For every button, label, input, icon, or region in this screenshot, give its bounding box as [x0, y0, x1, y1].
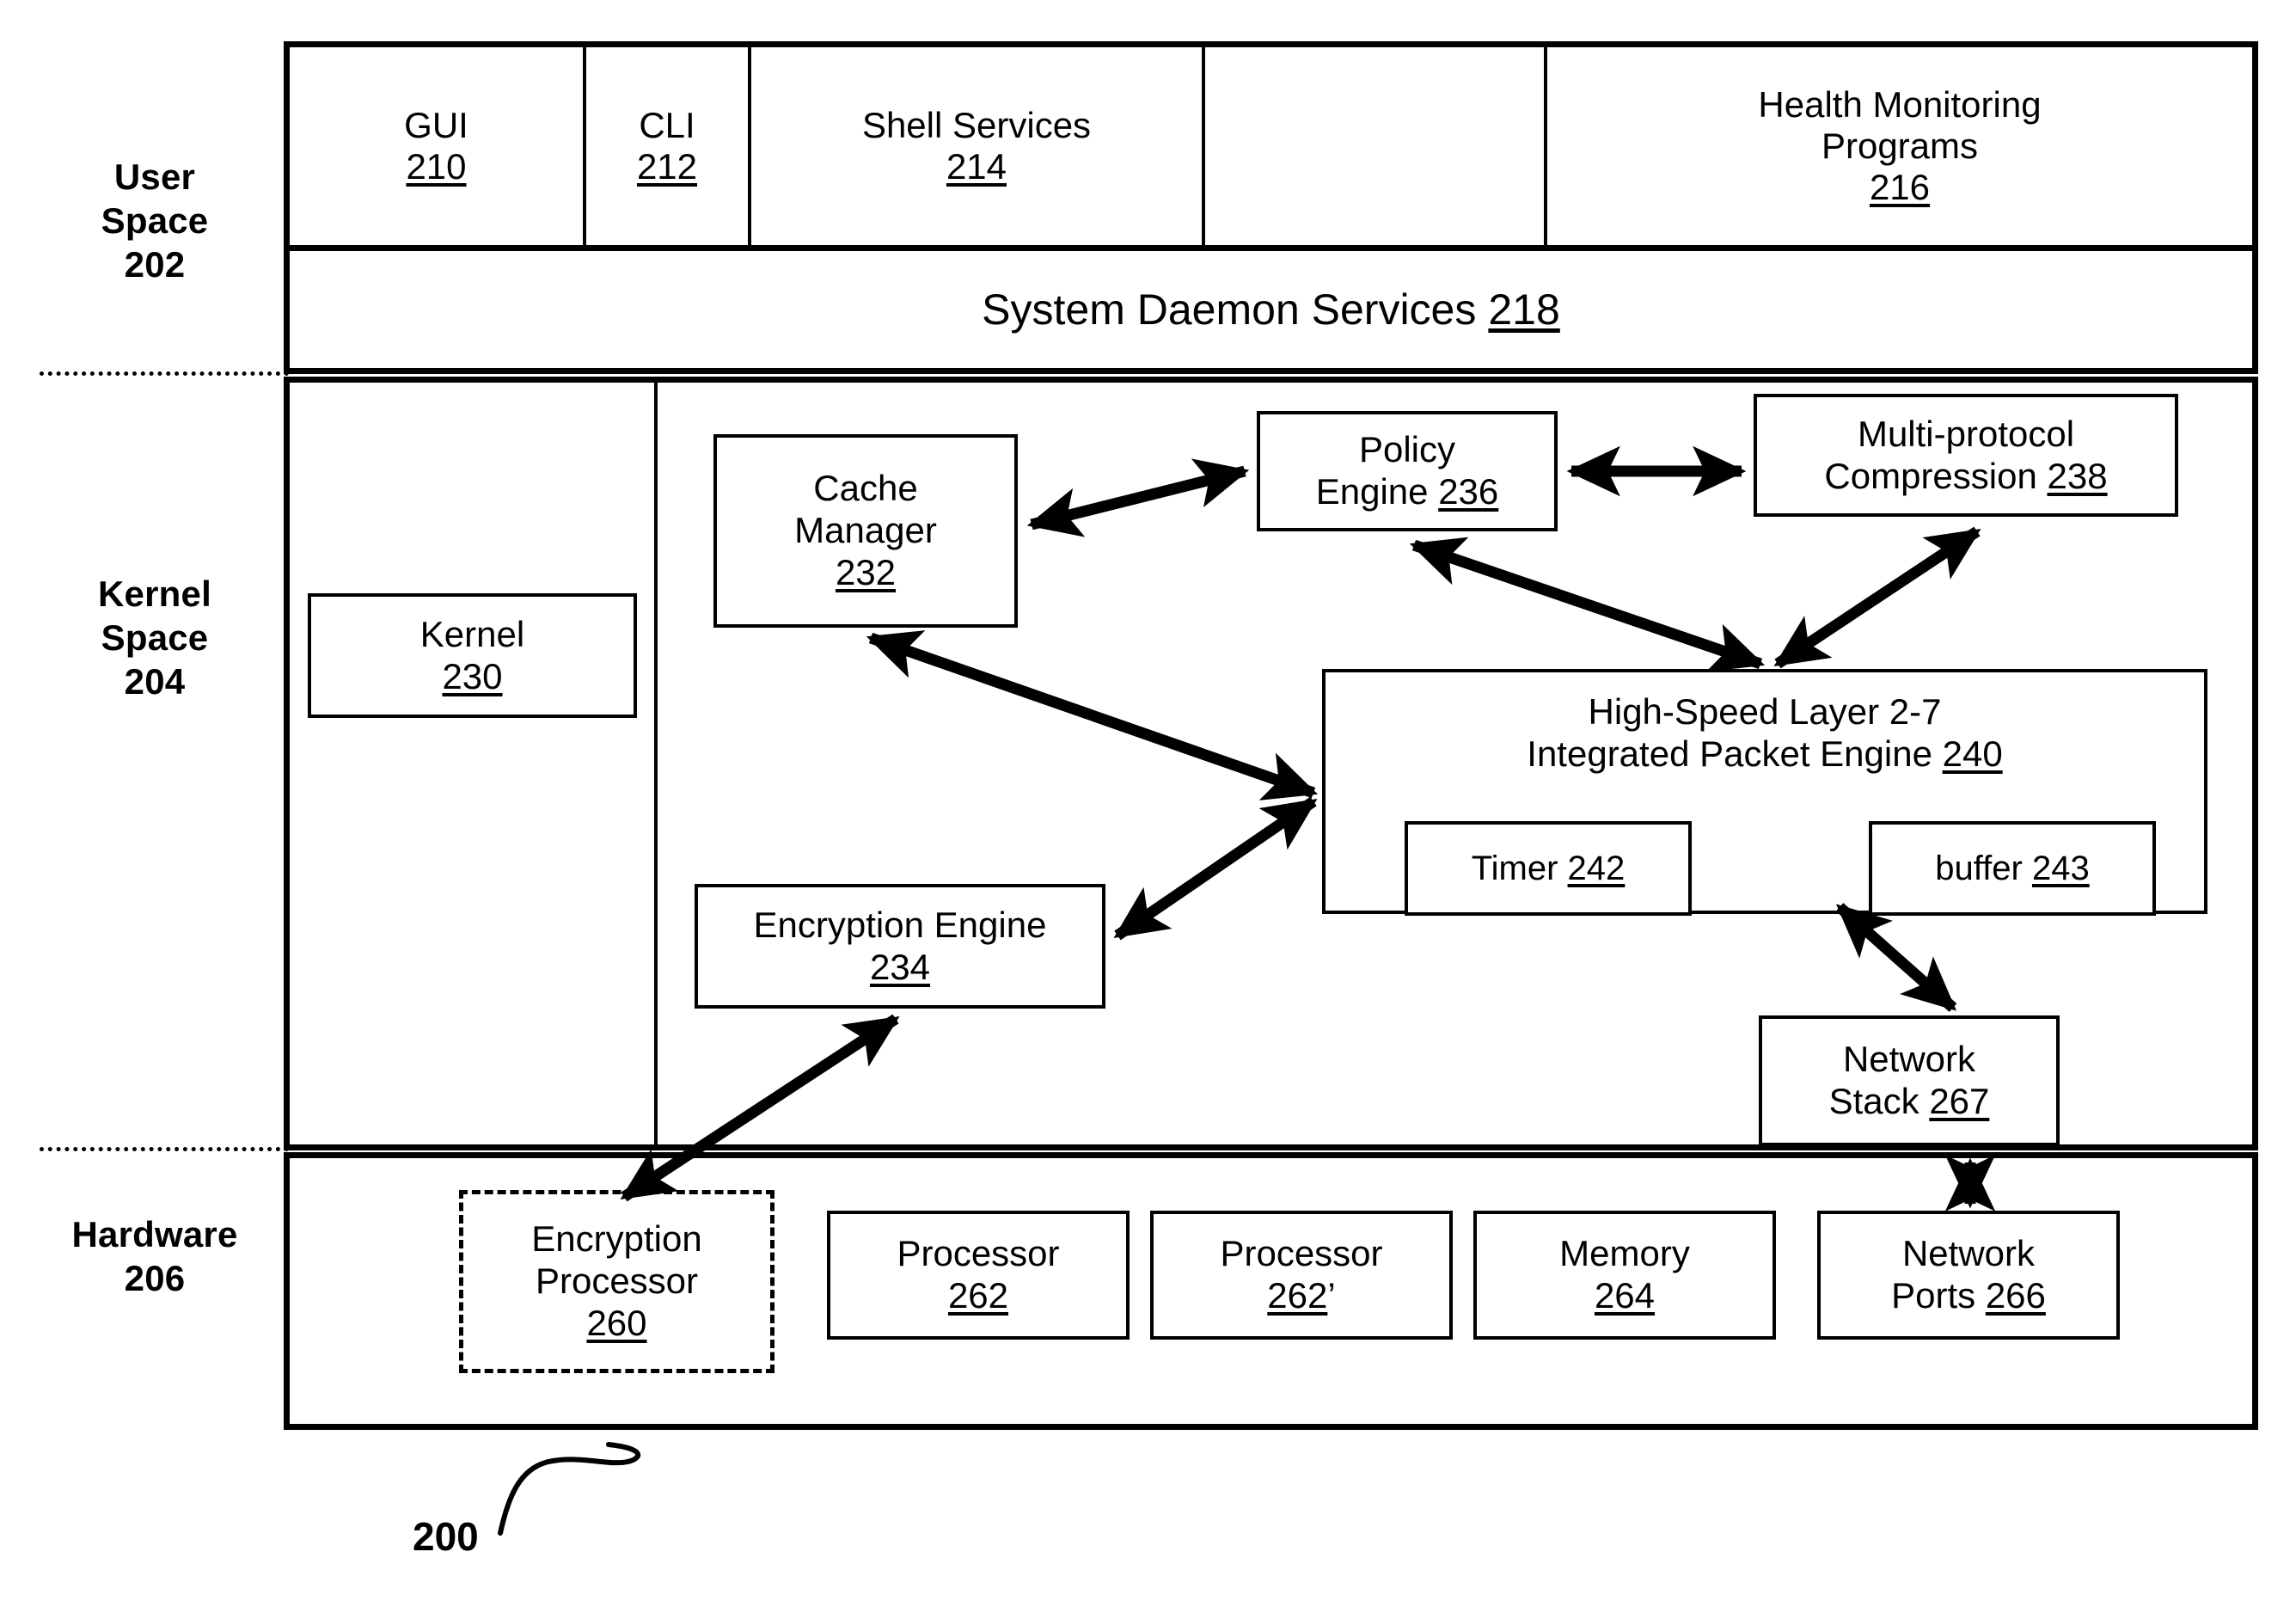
box-label-line1: Cache — [813, 468, 918, 509]
box-label-line1: Network — [1901, 1233, 2036, 1274]
user-space-cell-gui[interactable]: GUI 210 — [290, 47, 586, 245]
box-label-line2-text: Engine — [1315, 471, 1429, 512]
figure-leader-line — [498, 1442, 641, 1536]
box-label-line1: Encryption — [531, 1218, 702, 1260]
box-ref-num: 242 — [1567, 849, 1626, 887]
user-space-cell-health-monitoring[interactable]: Health Monitoring Programs 216 — [1547, 47, 2252, 245]
box-ref-num: 262 — [1267, 1275, 1328, 1316]
box-ref-num: 262 — [947, 1275, 1009, 1316]
system-daemon-services-ref-num: 218 — [1488, 285, 1560, 334]
box-network-stack[interactable]: Network Stack 267 — [1759, 1015, 2060, 1146]
system-daemon-services-label: System Daemon Services — [982, 285, 1477, 334]
layer-label-line1: Kernel — [98, 574, 211, 614]
box-label: buffer 243 — [1935, 849, 2089, 888]
box-network-ports[interactable]: Network Ports 266 — [1817, 1211, 2120, 1340]
user-space-cell-empty[interactable] — [1205, 47, 1547, 245]
box-label-line2-text: Compression — [1824, 455, 2037, 496]
system-daemon-services-row[interactable]: System Daemon Services 218 — [290, 251, 2252, 368]
box-label-text: Timer — [1471, 849, 1558, 887]
box-label-text: buffer — [1935, 849, 2023, 887]
user-space-region: GUI 210 CLI 212 Shell Services 214 Healt… — [284, 41, 2258, 374]
box-processor-262[interactable]: Processor 262 — [827, 1211, 1130, 1340]
cell-ref-num: 212 — [636, 146, 698, 187]
box-label-line1: High-Speed Layer 2-7 — [1588, 691, 1942, 732]
kernel-hardware-dotted-divider — [40, 1147, 289, 1151]
box-label-line1: Multi-protocol — [1857, 413, 2075, 454]
box-label: Processor — [1220, 1233, 1383, 1274]
box-encryption-engine[interactable]: Encryption Engine 234 — [695, 884, 1105, 1009]
cell-ref-num: 216 — [1869, 167, 1931, 207]
box-ref-num: 238 — [2047, 455, 2108, 496]
box-label-line2: Engine 236 — [1316, 471, 1499, 513]
box-label: Memory — [1559, 1233, 1690, 1274]
cell-label-line1: Health Monitoring — [1758, 84, 2042, 125]
box-kernel[interactable]: Kernel 230 — [308, 593, 637, 718]
box-ref-num-prime: ’ — [1327, 1275, 1336, 1316]
box-memory[interactable]: Memory 264 — [1473, 1211, 1776, 1340]
box-label-line2: Integrated Packet Engine 240 — [1527, 733, 2002, 776]
box-ref-num-wrap: 262’ — [1267, 1275, 1335, 1317]
box-label: Encryption Engine — [753, 904, 1047, 945]
box-ref-num: 264 — [1594, 1275, 1656, 1316]
box-policy-engine[interactable]: Policy Engine 236 — [1257, 411, 1558, 531]
box-label-line1: Policy — [1358, 429, 1456, 470]
figure-canvas: User Space 202 Kernel Space 204 Hardware… — [0, 0, 2296, 1601]
box-label-line2: Stack 267 — [1829, 1081, 1990, 1123]
box-cache-manager[interactable]: Cache Manager 232 — [713, 434, 1018, 628]
box-ref-num: 236 — [1438, 471, 1499, 512]
box-ref-num: 240 — [1942, 733, 2003, 774]
figure-number: 200 — [413, 1514, 479, 1559]
box-label-line2: Ports 266 — [1891, 1275, 2046, 1317]
box-ref-num: 230 — [442, 655, 503, 696]
box-ref-num: 266 — [1985, 1275, 2046, 1316]
box-ref-num: 234 — [869, 946, 931, 987]
layer-label-line1: Hardware — [71, 1214, 238, 1254]
box-processor-262-prime[interactable]: Processor 262’ — [1150, 1211, 1453, 1340]
layer-label-line2: Space — [101, 617, 209, 659]
layer-label-line2: Space — [101, 200, 209, 242]
box-encryption-processor[interactable]: Encryption Processor 260 — [459, 1190, 775, 1373]
box-label: Timer 242 — [1472, 849, 1626, 888]
box-label: Processor — [897, 1233, 1060, 1274]
box-label-line1: Network — [1842, 1039, 1976, 1080]
layer-label-num: 206 — [124, 1258, 186, 1299]
cell-ref-num: 214 — [946, 146, 1007, 187]
box-label-line2: Manager — [794, 510, 937, 551]
box-label-line2-text: Stack — [1828, 1081, 1919, 1121]
layer-label-hardware: Hardware 206 — [17, 1212, 292, 1300]
box-multi-protocol-compression[interactable]: Multi-protocol Compression 238 — [1754, 394, 2178, 517]
box-label-line2-text: Integrated Packet Engine — [1527, 733, 1932, 774]
box-label-line2: Processor — [535, 1261, 699, 1302]
cell-label: Shell Services — [861, 105, 1092, 145]
user-space-top-row: GUI 210 CLI 212 Shell Services 214 Healt… — [290, 47, 2252, 245]
box-ref-num: 243 — [2031, 849, 2090, 887]
user-space-row-divider — [290, 245, 2252, 251]
box-ref-num: 260 — [586, 1302, 647, 1343]
box-buffer[interactable]: buffer 243 — [1869, 821, 2156, 916]
box-label: Kernel — [419, 613, 525, 654]
cell-ref-num: 210 — [406, 146, 467, 187]
layer-label-num: 204 — [124, 661, 186, 702]
user-space-cell-cli[interactable]: CLI 212 — [586, 47, 751, 245]
layer-label-kernel-space: Kernel Space 204 — [34, 572, 275, 704]
layer-label-user-space: User Space 202 — [34, 155, 275, 287]
box-timer[interactable]: Timer 242 — [1405, 821, 1692, 916]
layer-label-line1: User — [113, 156, 196, 197]
box-ref-num: 267 — [1929, 1081, 1990, 1121]
cell-label: CLI — [639, 105, 695, 145]
layer-label-num: 202 — [124, 244, 186, 285]
box-label-line2: Compression 238 — [1824, 456, 2107, 498]
box-ref-num: 232 — [835, 551, 897, 592]
cell-label: GUI — [404, 105, 468, 145]
user-kernel-dotted-divider — [40, 371, 289, 376]
box-label-line2-text: Ports — [1891, 1275, 1976, 1316]
kernel-space-vertical-divider — [654, 383, 658, 1144]
user-space-cell-shell-services[interactable]: Shell Services 214 — [751, 47, 1205, 245]
cell-label-line2: Programs — [1821, 126, 1979, 166]
